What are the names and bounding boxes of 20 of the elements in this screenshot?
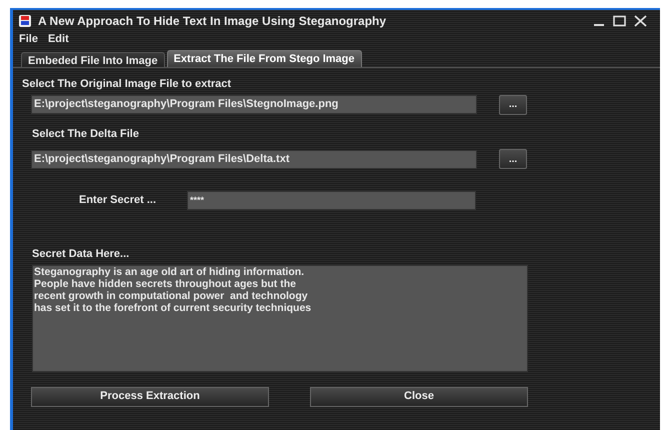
field-label: Secret Data Here... xyxy=(32,247,130,262)
menu-item[interactable]: Edit xyxy=(48,30,69,48)
browse-button[interactable]: ... xyxy=(499,94,527,114)
text-area[interactable]: Steganography is an age old art of hiding information. People have hidden secrets throughout ages but the recent growth in computational power and technology has set it to the forefront of current security techniques xyxy=(32,264,528,372)
menu-item[interactable]: File xyxy=(19,30,38,48)
browse-button[interactable]: ... xyxy=(499,149,527,169)
field-label: Enter Secret ... xyxy=(79,193,158,208)
field-label: Select The Delta File xyxy=(32,126,140,142)
password-field[interactable]: **** xyxy=(187,191,476,210)
field-label: Select The Original Image File to extract xyxy=(22,77,232,92)
maximize-icon[interactable] xyxy=(613,15,626,27)
app-icon xyxy=(18,14,32,28)
process-button[interactable]: Process Extraction xyxy=(31,386,269,406)
close-icon[interactable] xyxy=(634,15,647,27)
tab[interactable]: Extract The File From Stego Image xyxy=(166,50,362,67)
window-title: A New Approach To Hide Text In Image Using Steganography xyxy=(38,13,386,30)
input-field[interactable]: E:\project\steganography\Program Files\StegnoImage.png xyxy=(31,95,477,114)
tab[interactable]: Embeded File Into Image xyxy=(21,52,165,67)
input-field[interactable]: E:\project\steganography\Program Files\Delta.txt xyxy=(31,150,477,168)
close-button[interactable]: Close xyxy=(310,386,528,406)
